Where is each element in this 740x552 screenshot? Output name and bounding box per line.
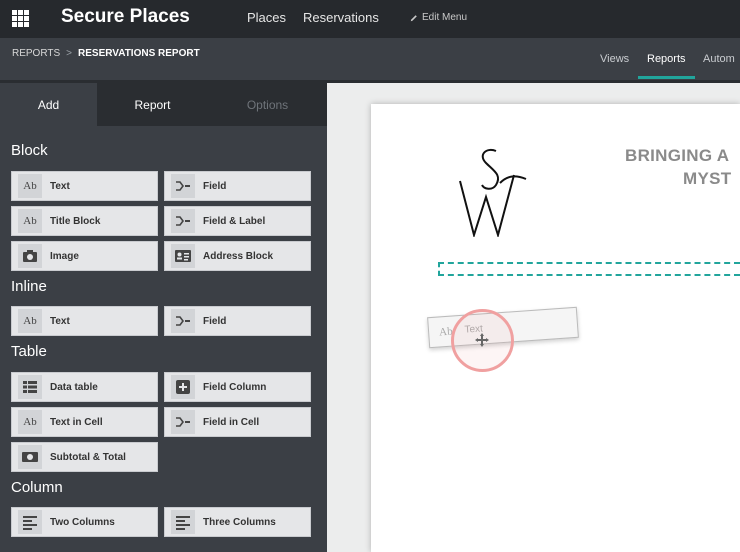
item-label: Text <box>50 180 70 192</box>
item-label: Field & Label <box>203 215 266 227</box>
apps-grid-icon[interactable] <box>12 10 29 27</box>
money-icon <box>18 445 42 469</box>
item-label: Address Block <box>203 250 274 262</box>
item-label: Data table <box>50 381 98 393</box>
align-left-icon <box>18 510 42 534</box>
field-icon <box>171 209 195 233</box>
inline-text-item[interactable]: Ab Text <box>11 306 158 336</box>
edit-menu-label: Edit Menu <box>422 12 468 23</box>
item-label: Text in Cell <box>50 416 103 428</box>
item-label: Three Columns <box>203 516 276 528</box>
item-label: Field <box>203 315 227 327</box>
sidebar-tabs: Add Report Options <box>0 83 327 126</box>
headline-line-2: MYST <box>683 169 732 188</box>
text-ab-icon: Ab <box>18 410 42 434</box>
section-column-title: Column <box>11 479 63 496</box>
field-icon <box>171 174 195 198</box>
drop-zone[interactable] <box>438 262 740 276</box>
item-label: Two Columns <box>50 516 115 528</box>
block-address-block-item[interactable]: Address Block <box>164 241 311 271</box>
item-label: Field Column <box>203 381 267 393</box>
edit-menu-link[interactable]: Edit Menu <box>410 12 467 23</box>
column-two-columns-item[interactable]: Two Columns <box>11 507 158 537</box>
table-field-column-item[interactable]: Field Column <box>164 372 311 402</box>
active-tab-indicator <box>638 76 695 79</box>
breadcrumb-root[interactable]: REPORTS <box>12 48 60 59</box>
breadcrumb-separator: > <box>66 48 73 59</box>
tab-report[interactable]: Report <box>97 83 208 126</box>
field-icon <box>171 410 195 434</box>
field-icon <box>171 309 195 333</box>
block-title-block-item[interactable]: Ab Title Block <box>11 206 158 236</box>
list-icon <box>18 375 42 399</box>
top-navbar: Secure Places Places Reservations Edit M… <box>0 0 740 38</box>
item-label: Image <box>50 250 79 262</box>
align-left-icon <box>171 510 195 534</box>
table-field-in-cell-item[interactable]: Field in Cell <box>164 407 311 437</box>
menu-reservations[interactable]: Reservations <box>303 10 379 25</box>
app-title: Secure Places <box>61 6 190 27</box>
breadcrumb: REPORTS > RESERVATIONS REPORT <box>12 48 200 59</box>
item-label: Field <box>203 180 227 192</box>
plus-square-icon <box>171 375 195 399</box>
headline-line-1: BRINGING A <box>625 146 730 165</box>
menu-places[interactable]: Places <box>247 10 286 25</box>
section-block-title: Block <box>11 142 48 159</box>
pencil-icon <box>410 14 417 21</box>
camera-icon <box>18 244 42 268</box>
text-ab-icon: Ab <box>18 309 42 333</box>
block-text-item[interactable]: Ab Text <box>11 171 158 201</box>
address-card-icon <box>171 244 195 268</box>
text-ab-icon: Ab <box>18 174 42 198</box>
section-inline-title: Inline <box>11 278 47 295</box>
move-cursor-icon <box>475 333 489 347</box>
section-table-title: Table <box>11 343 47 360</box>
tab-automations[interactable]: Autom <box>703 53 735 65</box>
tab-reports[interactable]: Reports <box>647 53 686 65</box>
item-label: Title Block <box>50 215 101 227</box>
item-label: Text <box>50 315 70 327</box>
item-label: Subtotal & Total <box>50 451 126 463</box>
table-text-in-cell-item[interactable]: Ab Text in Cell <box>11 407 158 437</box>
table-subtotal-total-item[interactable]: Subtotal & Total <box>11 442 158 472</box>
block-image-item[interactable]: Image <box>11 241 158 271</box>
table-data-table-item[interactable]: Data table <box>11 372 158 402</box>
column-three-columns-item[interactable]: Three Columns <box>164 507 311 537</box>
block-field-item[interactable]: Field <box>164 171 311 201</box>
company-logo-icon <box>459 149 527 237</box>
tab-add[interactable]: Add <box>0 83 97 126</box>
tab-options[interactable]: Options <box>208 83 327 126</box>
item-label: Field in Cell <box>203 416 260 428</box>
block-field-label-item[interactable]: Field & Label <box>164 206 311 236</box>
inline-field-item[interactable]: Field <box>164 306 311 336</box>
breadcrumb-current: RESERVATIONS REPORT <box>78 48 200 59</box>
tab-views[interactable]: Views <box>600 53 629 65</box>
text-ab-icon: Ab <box>18 209 42 233</box>
